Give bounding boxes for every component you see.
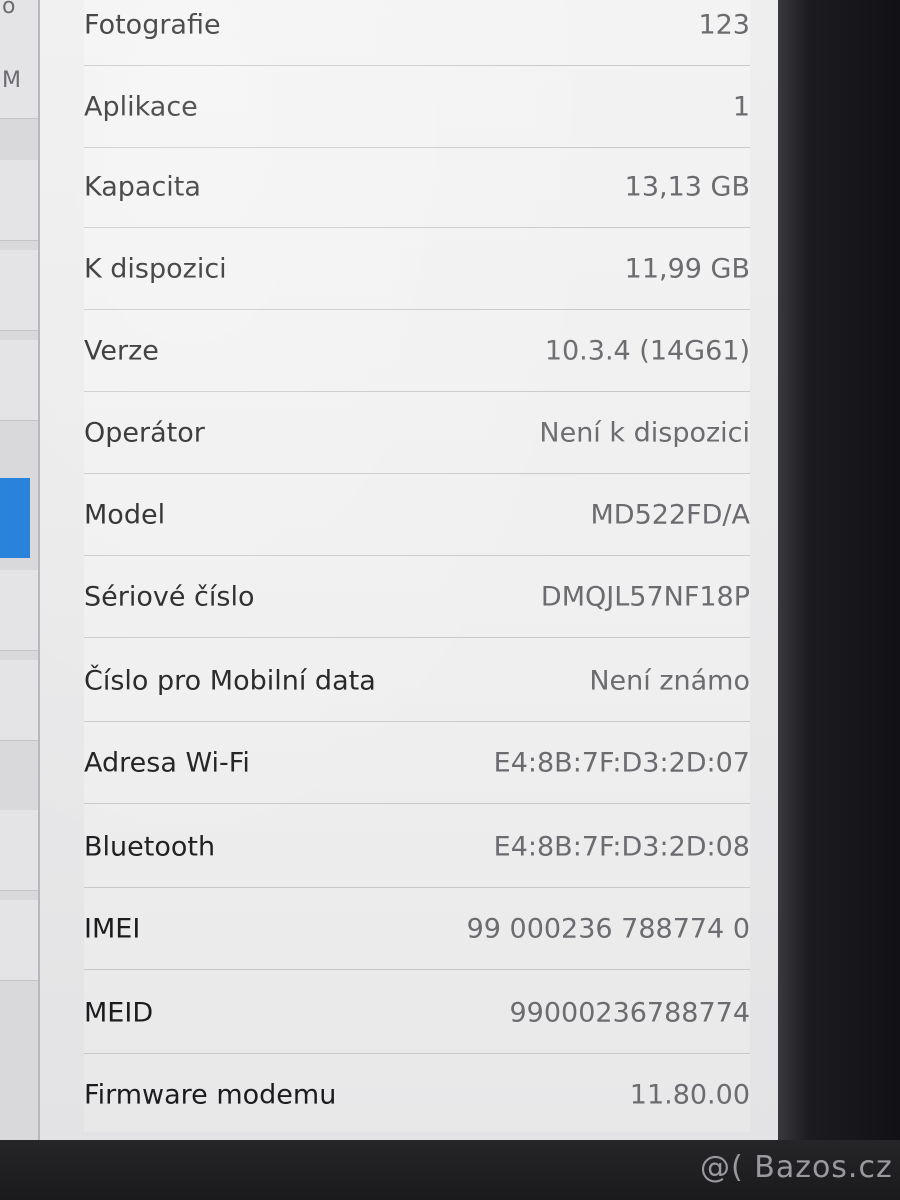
row-label: Firmware modemu: [84, 1079, 337, 1111]
row-value: E4:8B:7F:D3:2D:07: [493, 747, 750, 778]
row-label: Operátor: [84, 417, 205, 448]
sidebar-row[interactable]: [0, 900, 38, 981]
about-panel: Fotografie 123 Aplikace 1 Kapacita 13,13…: [40, 0, 778, 1140]
row-value: Není známo: [589, 665, 750, 696]
row-label: Model: [84, 499, 166, 530]
sidebar-row[interactable]: [0, 250, 38, 331]
sidebar-item-general-selected[interactable]: [0, 478, 30, 558]
row-value: 1: [732, 91, 750, 122]
settings-sidebar: o M: [0, 0, 40, 1140]
row-label: MEID: [84, 997, 154, 1028]
row-label: Kapacita: [84, 171, 201, 202]
row-wifi-address: Adresa Wi-Fi E4:8B:7F:D3:2D:07: [84, 722, 750, 804]
row-value: 10.3.4 (14G61): [544, 335, 750, 366]
sidebar-row[interactable]: [0, 340, 38, 421]
row-label: Bluetooth: [84, 831, 216, 862]
row-label: Sériové číslo: [84, 581, 255, 612]
row-carrier: Operátor Není k dispozici: [84, 392, 750, 474]
row-modem-firmware: Firmware modemu 11.80.00: [84, 1054, 750, 1136]
row-value: 11,99 GB: [624, 253, 750, 284]
row-value: MD522FD/A: [590, 499, 750, 530]
sidebar-row[interactable]: [0, 810, 38, 891]
row-value: Není k dispozici: [539, 417, 750, 448]
row-value: 123: [698, 9, 750, 40]
sidebar-row[interactable]: [0, 660, 38, 741]
about-info-group: Fotografie 123 Aplikace 1 Kapacita 13,13…: [84, 0, 750, 1132]
row-value: DMQJL57NF18P: [540, 581, 750, 612]
row-cellular-data-number: Číslo pro Mobilní data Není známo: [84, 640, 750, 722]
row-label: Fotografie: [84, 9, 221, 40]
row-model: Model MD522FD/A: [84, 474, 750, 556]
row-version: Verze 10.3.4 (14G61): [84, 310, 750, 392]
row-serial-number: Sériové číslo DMQJL57NF18P: [84, 556, 750, 638]
row-value: 99000236788774: [509, 997, 751, 1028]
row-value: 11.80.00: [629, 1079, 750, 1111]
row-label: Adresa Wi-Fi: [84, 747, 250, 778]
row-value: 99 000236 788774 0: [466, 913, 750, 944]
row-label: Verze: [84, 335, 159, 366]
row-value: E4:8B:7F:D3:2D:08: [493, 831, 750, 862]
sidebar-row[interactable]: [0, 160, 38, 241]
sidebar-fragment-text: M: [2, 68, 21, 93]
device-photo: o M Fotografie 123 Aplikace 1 Kapacita 1…: [0, 0, 900, 1200]
row-value: 13,13 GB: [624, 171, 750, 202]
sidebar-fragment-text: o: [2, 0, 16, 19]
device-bezel: [778, 0, 900, 1200]
row-bluetooth: Bluetooth E4:8B:7F:D3:2D:08: [84, 806, 750, 888]
row-available: K dispozici 11,99 GB: [84, 228, 750, 310]
row-applications: Aplikace 1: [84, 66, 750, 148]
row-label: Aplikace: [84, 91, 198, 122]
row-label: Číslo pro Mobilní data: [84, 665, 376, 696]
row-imei: IMEI 99 000236 788774 0: [84, 888, 750, 970]
watermark-text: @( Bazos.cz: [700, 1150, 893, 1185]
sidebar-row[interactable]: [0, 570, 38, 651]
row-capacity: Kapacita 13,13 GB: [84, 146, 750, 228]
row-photos: Fotografie 123: [84, 0, 750, 66]
row-label: K dispozici: [84, 253, 227, 284]
row-label: IMEI: [84, 913, 141, 944]
row-meid: MEID 99000236788774: [84, 972, 750, 1054]
